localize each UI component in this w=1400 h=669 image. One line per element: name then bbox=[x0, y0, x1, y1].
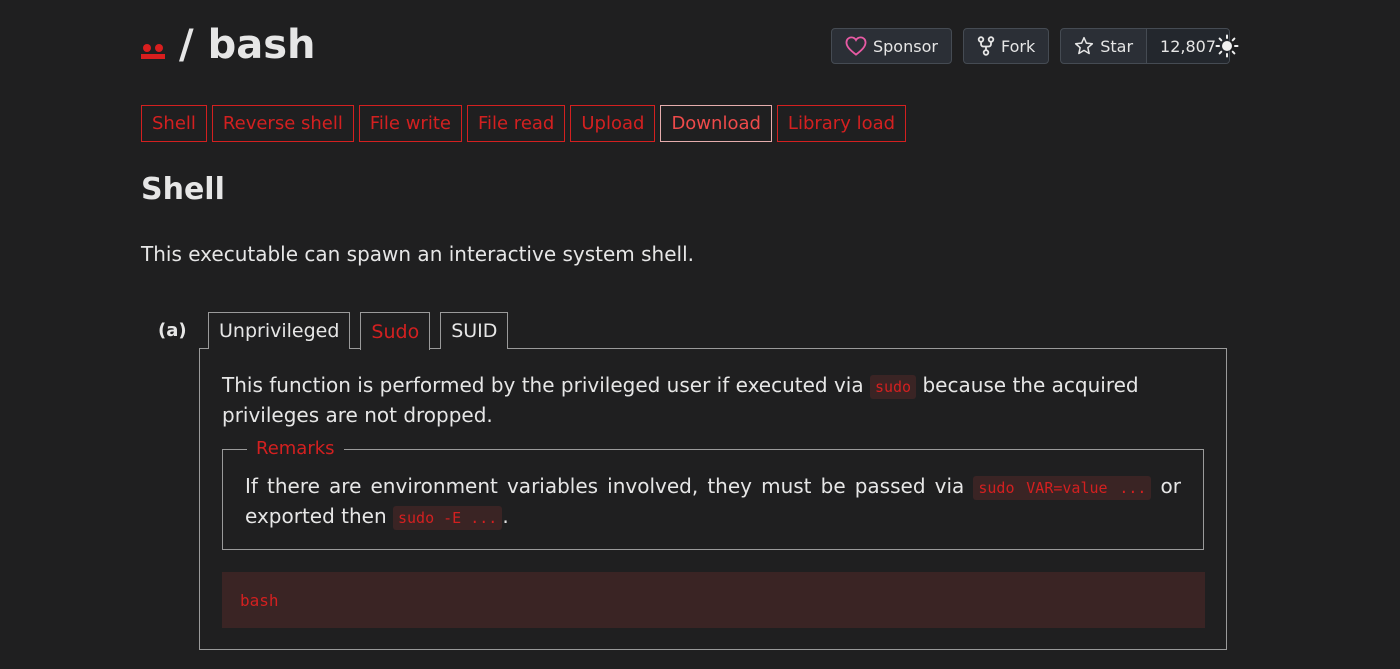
heart-icon bbox=[845, 36, 867, 56]
tab-sudo[interactable]: Sudo bbox=[360, 312, 431, 350]
inline-code-sudo-var: sudo VAR=value ... bbox=[973, 476, 1152, 500]
tab-panel-sudo: This function is performed by the privil… bbox=[199, 348, 1227, 650]
panel-description: This function is performed by the privil… bbox=[222, 371, 1206, 429]
tag-upload[interactable]: Upload bbox=[570, 105, 656, 142]
sponsor-button[interactable]: Sponsor bbox=[830, 28, 952, 64]
page: / bash Sponsor Fork Star 12,807 Shell Re… bbox=[0, 0, 1400, 669]
tag-download[interactable]: Download bbox=[660, 105, 772, 142]
panel-text-before: This function is performed by the privil… bbox=[222, 373, 870, 397]
star-label: Star bbox=[1100, 36, 1134, 56]
inline-code-sudo: sudo bbox=[869, 375, 917, 399]
remarks-box: Remarks If there are environment variabl… bbox=[222, 438, 1204, 550]
section-title: Shell bbox=[141, 172, 225, 207]
breadcrumb-separator: / bbox=[179, 22, 194, 68]
function-tags: Shell Reverse shell File write File read… bbox=[141, 105, 907, 142]
github-actions: Sponsor Fork Star 12,807 bbox=[830, 28, 1230, 64]
star-button-group: Star 12,807 bbox=[1060, 28, 1230, 64]
fork-button[interactable]: Fork bbox=[962, 28, 1050, 64]
inline-code-sudo-e: sudo -E ... bbox=[393, 506, 503, 530]
tab-unprivileged[interactable]: Unprivileged bbox=[208, 312, 351, 349]
remarks-text: If there are environment variables invol… bbox=[245, 472, 1181, 532]
remarks-legend: Remarks bbox=[247, 438, 344, 459]
tab-suid[interactable]: SUID bbox=[440, 312, 509, 349]
tag-file-write[interactable]: File write bbox=[358, 105, 462, 142]
example-label: (a) bbox=[158, 320, 187, 341]
remarks-text-3: . bbox=[502, 504, 509, 528]
star-button[interactable]: Star bbox=[1061, 29, 1148, 63]
tag-file-read[interactable]: File read bbox=[466, 105, 566, 142]
page-title: / bash bbox=[141, 22, 316, 68]
remarks-text-1: If there are environment variables invol… bbox=[245, 474, 974, 498]
sun-icon[interactable] bbox=[1215, 34, 1239, 58]
command-code-block[interactable]: bash bbox=[222, 572, 1205, 628]
fork-label: Fork bbox=[1000, 36, 1036, 56]
tag-library-load[interactable]: Library load bbox=[776, 105, 907, 142]
sponsor-label: Sponsor bbox=[872, 36, 938, 56]
fork-icon bbox=[977, 36, 995, 56]
logo-icon[interactable] bbox=[141, 42, 167, 62]
section-description: This executable can spawn an interactive… bbox=[141, 242, 695, 266]
binary-name: bash bbox=[207, 22, 316, 68]
example-tabs: Unprivileged Sudo SUID bbox=[208, 312, 509, 350]
tag-reverse-shell[interactable]: Reverse shell bbox=[211, 105, 354, 142]
star-icon bbox=[1075, 36, 1094, 55]
tag-shell[interactable]: Shell bbox=[141, 105, 207, 142]
